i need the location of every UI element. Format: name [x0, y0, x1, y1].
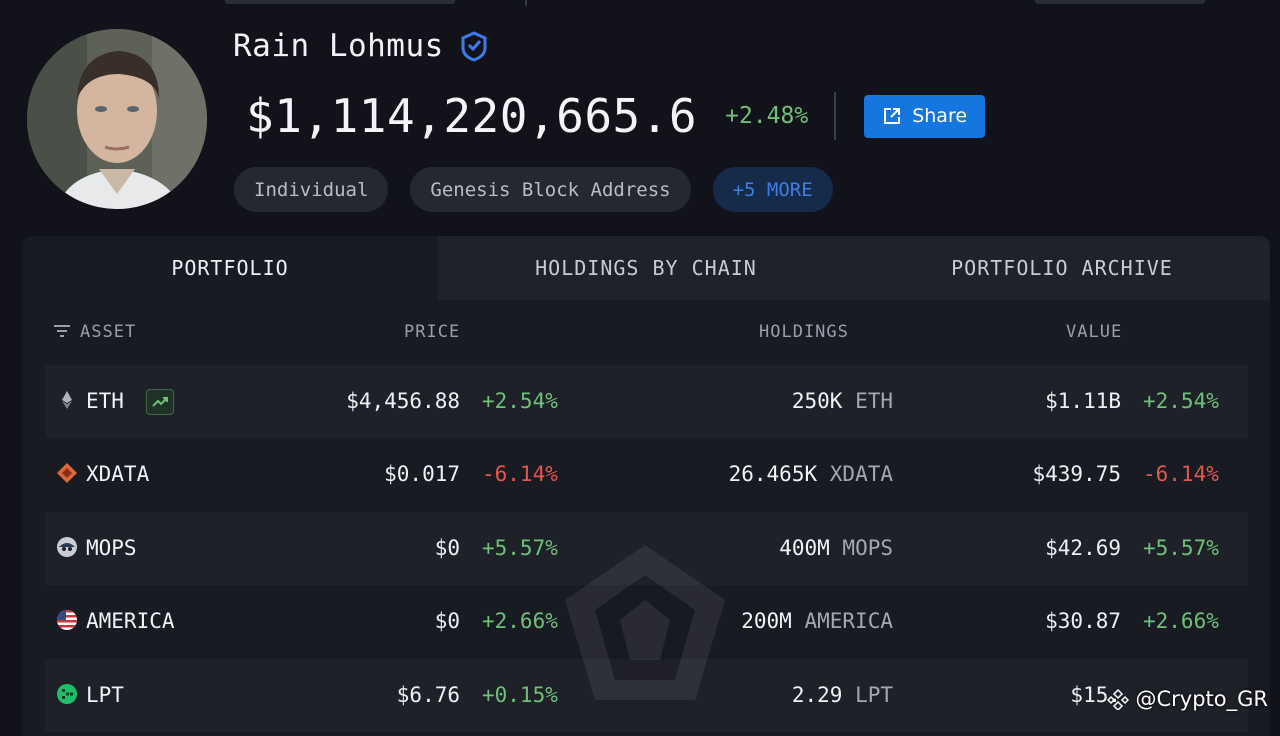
price-change: +2.54%	[482, 389, 558, 413]
more-tags-button[interactable]: +5 MORE	[712, 167, 833, 212]
table-row[interactable]: XDATA $0.017 -6.14% 26.465K XDATA $439.7…	[45, 438, 1248, 511]
asset-value: $1.11B	[1045, 389, 1121, 413]
tab-portfolio[interactable]: PORTFOLIO	[22, 236, 438, 300]
xdata-icon	[57, 463, 77, 483]
price-change: +0.15%	[482, 683, 558, 707]
profile-name: Rain Lohmus	[233, 28, 444, 64]
holdings-amount: 2.29	[791, 683, 843, 707]
holdings-unit: XDATA	[829, 462, 893, 486]
asset-symbol: ETH	[86, 389, 124, 413]
us-flag-icon	[57, 610, 77, 630]
asset-price: $4,456.88	[346, 389, 460, 413]
top-search-bar-fragment[interactable]	[225, 0, 455, 4]
tab-bar: PORTFOLIO HOLDINGS BY CHAIN PORTFOLIO AR…	[22, 236, 1270, 300]
tag-genesis-block-address[interactable]: Genesis Block Address	[410, 167, 691, 212]
share-label: Share	[912, 105, 968, 127]
price-change: -6.14%	[482, 462, 558, 486]
tag-list: Individual Genesis Block Address +5 MORE	[234, 167, 833, 212]
asset-value: $439.75	[1032, 462, 1121, 486]
holdings-amount: 400M	[779, 536, 830, 560]
share-button[interactable]: Share	[864, 94, 986, 138]
lpt-icon	[57, 684, 77, 704]
asset-symbol: AMERICA	[86, 609, 175, 633]
value-change: +2.66%	[1143, 609, 1219, 633]
holdings-amount: 200M	[741, 609, 792, 633]
share-icon	[884, 108, 901, 124]
holdings-unit: AMERICA	[804, 609, 893, 633]
total-balance: $1,114,220,665.6	[246, 89, 698, 143]
credit-watermark: @Crypto_GR	[1107, 687, 1268, 711]
holdings-amount: 250K	[791, 389, 843, 413]
value-change: +5.57%	[1143, 536, 1219, 560]
tag-individual[interactable]: Individual	[234, 167, 389, 212]
credit-text: @Crypto_GR	[1135, 687, 1268, 711]
value-change: -6.14%	[1143, 462, 1219, 486]
value-change: +2.54%	[1143, 389, 1219, 413]
header-holdings[interactable]: HOLDINGS	[759, 322, 849, 342]
asset-price: $0.017	[384, 462, 460, 486]
divider	[834, 92, 837, 140]
filter-icon[interactable]	[54, 324, 70, 338]
mops-icon	[57, 537, 77, 557]
balance-change: +2.48%	[725, 103, 809, 129]
asset-price: $0	[434, 609, 460, 633]
top-divider-fragment	[525, 0, 527, 6]
holdings: 2.29 LPT	[792, 683, 893, 707]
asset-value: $30.87	[1045, 609, 1121, 633]
profile-name-row: Rain Lohmus	[233, 28, 490, 64]
tab-holdings-by-chain[interactable]: HOLDINGS BY CHAIN	[438, 236, 854, 300]
holdings-unit: ETH	[855, 389, 893, 413]
balance-row: $1,114,220,665.6 +2.48% Share	[246, 88, 986, 144]
asset-price: $6.76	[396, 683, 460, 707]
header-asset[interactable]: ASSET	[80, 322, 136, 342]
header-price[interactable]: PRICE	[404, 322, 460, 342]
table-header: ASSET PRICE HOLDINGS VALUE	[22, 300, 1270, 364]
holdings: 200M AMERICA	[741, 609, 893, 633]
asset-price: $0	[434, 536, 460, 560]
holdings: 400M MOPS	[779, 536, 893, 560]
price-change: +2.66%	[482, 609, 558, 633]
asset-symbol: MOPS	[86, 536, 137, 560]
holdings-unit: LPT	[855, 683, 893, 707]
header-value[interactable]: VALUE	[1066, 322, 1122, 342]
top-right-fragment	[1035, 0, 1205, 4]
holdings: 26.465K XDATA	[729, 462, 893, 486]
holdings-unit: MOPS	[842, 536, 893, 560]
eth-icon	[62, 391, 72, 409]
avatar-photo	[27, 29, 207, 209]
binance-logo-icon	[1107, 688, 1130, 710]
asset-symbol: XDATA	[86, 462, 150, 486]
holdings-amount: 26.465K	[728, 462, 818, 486]
holdings: 250K ETH	[792, 389, 893, 413]
price-change: +5.57%	[482, 536, 558, 560]
tab-portfolio-archive[interactable]: PORTFOLIO ARCHIVE	[854, 236, 1270, 300]
avatar	[27, 29, 207, 209]
arkham-logo-watermark-icon	[565, 545, 725, 700]
trending-up-icon	[146, 389, 174, 415]
verified-badge-icon	[461, 31, 487, 62]
table-row[interactable]: ETH $4,456.88 +2.54% 250K ETH $1.11B +2.…	[45, 365, 1248, 438]
asset-symbol: LPT	[86, 683, 124, 707]
asset-value: $42.69	[1045, 536, 1121, 560]
